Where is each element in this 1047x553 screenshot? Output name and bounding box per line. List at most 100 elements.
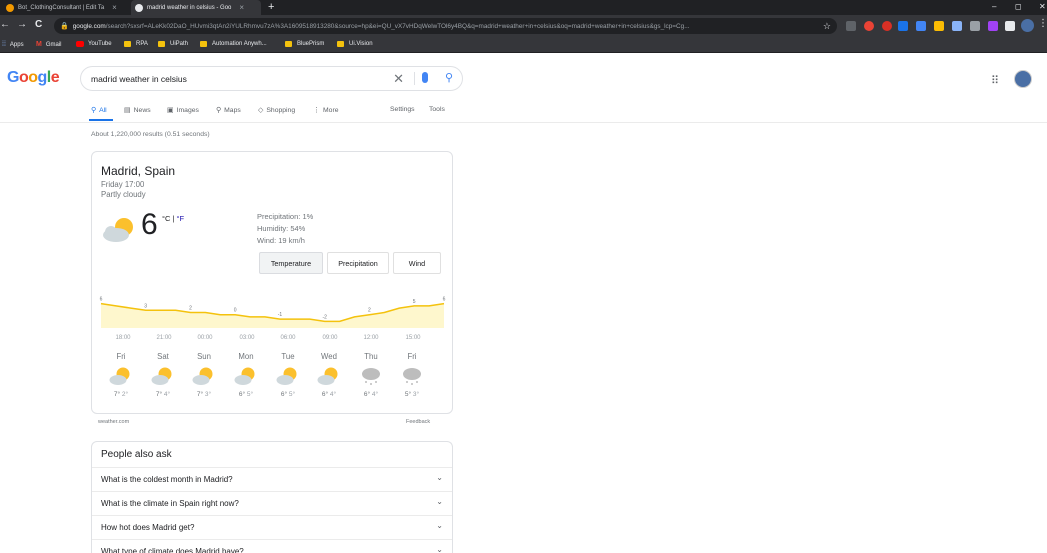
forecast-temps: 6° 5° <box>280 391 296 398</box>
google-logo[interactable]: Google <box>7 69 60 87</box>
browser-tab-google-search[interactable]: madrid weather in celsius - Goo × <box>131 0 261 15</box>
tab-more[interactable]: ⋮ More <box>313 106 339 115</box>
wind-value: Wind: 19 km/h <box>257 236 305 245</box>
address-bar[interactable]: 🔒 google.com /search?sxsrf=ALeKk02DaO_HU… <box>54 18 837 34</box>
temperature-data-label: 6 <box>100 297 103 303</box>
partly-cloudy-icon <box>317 367 338 385</box>
bookmark-uivision[interactable]: Ui.Vision <box>337 41 373 47</box>
extension-icon[interactable] <box>846 21 856 31</box>
bookmark-youtube[interactable]: YouTube <box>76 41 112 47</box>
temperature-data-label: -2 <box>322 314 327 320</box>
partly-cloudy-icon <box>103 218 133 242</box>
unit-toggle[interactable]: °C | °F <box>162 214 184 223</box>
extension-icon[interactable] <box>882 21 892 31</box>
feedback-link[interactable]: Feedback <box>406 419 430 425</box>
forecast-temps: 6° 5° <box>238 391 254 398</box>
forecast-temps: 7° 4° <box>155 391 171 398</box>
bookmark-uipath[interactable]: UiPath <box>158 41 188 47</box>
forecast-day-wed[interactable]: Wed <box>314 352 344 361</box>
bookmark-automation-anywhere[interactable]: Automation Anywh... <box>200 41 267 47</box>
microphone-icon[interactable] <box>422 72 428 83</box>
forecast-day-thu[interactable]: Thu <box>356 352 386 361</box>
weather-location[interactable]: Madrid, Spain <box>101 164 175 178</box>
precipitation-tab-button[interactable]: Precipitation <box>327 252 389 274</box>
extension-icon[interactable] <box>864 21 874 31</box>
back-button[interactable]: ← <box>0 19 10 30</box>
tab-all[interactable]: ⚲ All <box>91 106 107 115</box>
browser-tab-bot-clothing[interactable]: Bot_ClothingConsultant | Edit Ta × <box>2 0 126 15</box>
people-also-ask-title: People also ask <box>101 449 172 460</box>
bookmark-apps[interactable]: ⁞⁞ Apps <box>2 41 24 48</box>
bookmark-star-icon[interactable]: ☆ <box>823 21 831 32</box>
fahrenheit-unit[interactable]: °F <box>177 214 185 223</box>
tab-maps[interactable]: ⚲ Maps <box>216 106 241 115</box>
browser-menu-icon[interactable]: ⋮ <box>1038 18 1047 29</box>
more-vert-icon: ⋮ <box>313 107 320 114</box>
tab-images[interactable]: ▣ Images <box>167 106 199 115</box>
temperature-tab-button[interactable]: Temperature <box>259 252 323 274</box>
weather-condition: Partly cloudy <box>101 190 146 199</box>
search-icon: ⚲ <box>91 107 97 114</box>
extension-icon[interactable] <box>916 21 926 31</box>
weather-source-link[interactable]: weather.com <box>98 419 129 425</box>
people-also-ask: People also ask What is the coldest mont… <box>91 441 453 553</box>
folder-icon <box>337 41 344 47</box>
tab-close-icon[interactable]: × <box>239 3 244 12</box>
new-tab-button[interactable]: + <box>268 1 274 13</box>
tab-shopping[interactable]: ◇ Shopping <box>258 106 295 115</box>
extension-icon[interactable] <box>970 21 980 31</box>
paa-question[interactable]: How hot does Madrid get? ⌄ <box>92 515 452 539</box>
bookmark-rpa[interactable]: RPA <box>124 41 148 47</box>
temperature-data-label: 2 <box>368 308 371 314</box>
search-icon[interactable]: ⚲ <box>445 71 453 84</box>
forward-button[interactable]: → <box>17 19 27 30</box>
forecast-temps: 5° 3° <box>404 391 420 398</box>
forecast-day-sun[interactable]: Sun <box>189 352 219 361</box>
forecast-day-fri-next[interactable]: Fri <box>397 352 427 361</box>
paa-question[interactable]: What is the climate in Spain right now? ⌄ <box>92 491 452 515</box>
temperature-chart: 6 3 2 0 -1 -2 2 5 6 <box>100 297 446 328</box>
hour-label: 00:00 <box>197 335 213 341</box>
tab-favicon-icon <box>6 3 14 12</box>
extension-icon[interactable] <box>898 21 908 31</box>
bookmark-blueprism[interactable]: BluePrism <box>285 41 324 47</box>
extensions-puzzle-icon[interactable] <box>1005 21 1015 31</box>
paa-question[interactable]: What is the coldest month in Madrid? ⌄ <box>92 467 452 491</box>
forecast-temps: 7° 3° <box>196 391 212 398</box>
tag-icon: ◇ <box>258 107 264 114</box>
bookmarks-bar: ⁞⁞ Apps M Gmail YouTube RPA UiPath Automat… <box>0 37 1047 53</box>
search-box[interactable]: madrid weather in celsius ✕ ⚲ <box>80 66 463 91</box>
account-avatar[interactable] <box>1014 70 1032 88</box>
forecast-day-mon[interactable]: Mon <box>231 352 261 361</box>
browser-tab-bar: Bot_ClothingConsultant | Edit Ta × madri… <box>0 0 1047 15</box>
paa-question[interactable]: What type of climate does Madrid have? ⌄ <box>92 539 452 553</box>
tab-news[interactable]: ▤ News <box>124 106 151 115</box>
minimize-button[interactable]: – <box>992 2 996 11</box>
profile-avatar[interactable] <box>1021 19 1034 32</box>
tools-link[interactable]: Tools <box>429 106 445 113</box>
temperature-data-label: -1 <box>278 312 283 318</box>
reload-button[interactable]: C <box>35 19 42 30</box>
extension-icon[interactable] <box>934 21 944 31</box>
extension-icon[interactable] <box>952 21 962 31</box>
close-window-button[interactable]: ✕ <box>1039 2 1046 11</box>
forecast-temps: 7° 2° <box>113 391 129 398</box>
forecast-day-sat[interactable]: Sat <box>148 352 178 361</box>
extension-icon[interactable] <box>988 21 998 31</box>
search-input[interactable]: madrid weather in celsius <box>91 74 187 84</box>
clear-search-icon[interactable]: ✕ <box>393 71 404 87</box>
wind-tab-button[interactable]: Wind <box>393 252 441 274</box>
forecast-temps: 6° 4° <box>363 391 379 398</box>
result-stats: About 1,220,000 results (0.51 seconds) <box>91 131 210 138</box>
temperature-data-label: 0 <box>234 308 237 314</box>
forecast-day-tue[interactable]: Tue <box>273 352 303 361</box>
current-temperature: 6 <box>141 208 158 241</box>
forecast-day-fri[interactable]: Fri <box>106 352 136 361</box>
google-apps-icon[interactable]: ⠿ <box>991 74 999 87</box>
maximize-button[interactable]: ◻ <box>1015 2 1022 11</box>
settings-link[interactable]: Settings <box>390 106 415 113</box>
browser-toolbar: ← → C 🔒 google.com /search?sxsrf=ALeKk02… <box>0 15 1047 37</box>
weather-card: Madrid, Spain Friday 17:00 Partly cloudy… <box>91 151 453 414</box>
bookmark-gmail[interactable]: M Gmail <box>36 41 62 48</box>
tab-close-icon[interactable]: × <box>112 3 117 12</box>
